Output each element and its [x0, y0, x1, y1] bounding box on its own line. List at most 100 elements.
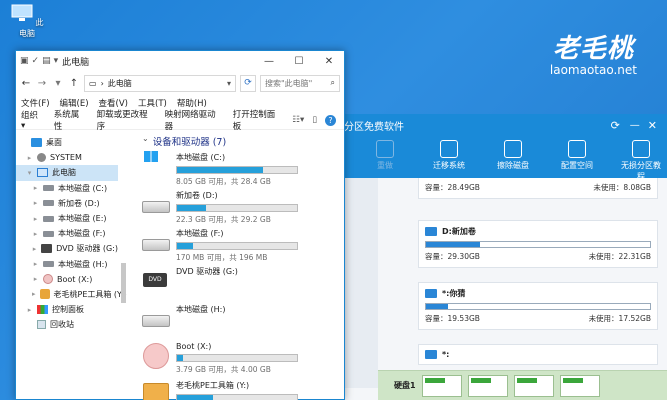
tool-icon	[504, 140, 522, 158]
recent-locations-button[interactable]: ▾	[52, 78, 64, 89]
drive-icon	[43, 230, 54, 237]
sidebar-item[interactable]: ▸ 老毛桃PE工具箱 (Y:)	[16, 287, 127, 302]
tool-icon	[376, 140, 394, 158]
drive-info: DVD 驱动器 (G:)	[176, 265, 344, 277]
menu-item[interactable]: 文件(F)	[21, 97, 50, 109]
help-icon[interactable]: ?	[325, 114, 336, 126]
sidebar-item[interactable]: 桌面	[16, 135, 118, 150]
refresh-button[interactable]: ⟳	[240, 74, 256, 92]
new-folder-icon[interactable]: ▤	[42, 56, 51, 66]
drive-item[interactable]: 老毛桃PE工具箱 (Y:)	[136, 379, 344, 400]
sidebar-item[interactable]: ▸ SYSTEM	[16, 150, 118, 165]
group-header[interactable]: ⌄ 设备和驱动器 (7)	[142, 134, 344, 148]
expand-arrow-icon[interactable]: ▸	[32, 199, 39, 207]
toolbar-button-3[interactable]: 配置空间	[554, 136, 600, 178]
navigation-scrollbar[interactable]	[118, 131, 130, 399]
desktop-this-pc-icon[interactable]: 此电脑	[10, 4, 44, 39]
view-options-icon[interactable]: ☷▾	[292, 115, 304, 126]
disk-partition-block[interactable]	[421, 374, 462, 397]
expand-arrow-icon[interactable]: ▾	[26, 169, 33, 177]
drive-info: 本地磁盘 (H:)	[176, 303, 344, 315]
computer-icon	[11, 4, 33, 21]
forward-button[interactable]: →	[36, 78, 48, 89]
disk-partition-block[interactable]	[513, 374, 554, 397]
maximize-button[interactable]: ☐	[284, 56, 314, 67]
sidebar-item[interactable]: ▾ 此电脑	[16, 165, 118, 181]
sidebar-item[interactable]: ▸ 新加卷 (D:)	[16, 196, 118, 211]
volume-card[interactable]: *:	[418, 344, 658, 365]
search-input[interactable]: 搜索"此电脑" ⌕	[260, 74, 340, 92]
preview-pane-icon[interactable]: ▯	[312, 115, 317, 126]
sidebar-item[interactable]: ▸ 本地磁盘 (E:)	[16, 211, 118, 226]
expand-arrow-icon[interactable]: ▸	[32, 184, 39, 192]
expand-arrow-icon[interactable]: ▸	[32, 230, 39, 238]
close-button[interactable]: ✕	[314, 56, 344, 67]
drive-info: Boot (X:) 3.79 GB 可用，共 4.00 GB	[176, 341, 344, 375]
toolbar-button-4[interactable]: 无损分区教程	[618, 136, 664, 181]
expand-arrow-icon[interactable]: ▸	[32, 245, 37, 253]
command-button[interactable]: 映射网络驱动器	[165, 108, 224, 132]
pc-icon	[37, 168, 48, 178]
explorer-titlebar: ▣ ✓ ▤ ▾ 此电脑 — ☐ ✕	[16, 51, 344, 71]
brand-name: 老毛桃	[552, 34, 634, 64]
command-button[interactable]: 打开控制面板	[233, 108, 284, 132]
close-button[interactable]: ✕	[648, 119, 657, 132]
drive-item[interactable]: 新加卷 (D:) 22.3 GB 可用，共 29.2 GB	[136, 189, 344, 227]
sidebar-item[interactable]: ▸ DVD 驱动器 (G:)	[16, 241, 118, 256]
tool-icon	[632, 140, 650, 158]
disk-partition-block[interactable]	[467, 374, 508, 397]
up-button[interactable]: ↑	[68, 78, 80, 89]
volume-card[interactable]: D:新加卷 容量：29.30GB 未使用：22.31GB	[418, 220, 658, 268]
drive-free-space: 22.3 GB 可用，共 29.2 GB	[176, 215, 271, 224]
drive-icon	[43, 185, 54, 192]
sidebar-item[interactable]: ▸ 控制面板	[16, 302, 118, 317]
chevron-down-icon[interactable]: ▾	[54, 56, 59, 66]
expand-arrow-icon[interactable]: ▸	[32, 260, 39, 268]
ctrl-icon	[37, 305, 48, 315]
sidebar-item[interactable]: ▸ 本地磁盘 (H:)	[16, 257, 118, 272]
expand-arrow-icon[interactable]: ▸	[32, 215, 39, 223]
refresh-icon[interactable]: ⟳	[611, 119, 620, 132]
toolbar-button-2[interactable]: 擦除磁盘	[490, 136, 536, 178]
command-button[interactable]: 系统属性	[54, 108, 88, 132]
drive-item[interactable]: 本地磁盘 (F:) 170 MB 可用，共 196 MB	[136, 227, 344, 265]
toolbar-button-1[interactable]: 迁移系统	[426, 136, 472, 178]
drive-item[interactable]: 本地磁盘 (H:)	[136, 303, 344, 341]
search-icon: ⌕	[330, 78, 335, 87]
view-controls: ☷▾ ▯?	[292, 114, 344, 126]
sidebar-item-label: 本地磁盘 (F:)	[58, 229, 106, 239]
drive-item[interactable]: 本地磁盘 (C:) 8.05 GB 可用，共 28.4 GB	[136, 151, 344, 189]
expand-arrow-icon[interactable]: ▸	[32, 275, 39, 283]
brand-logo: 老毛桃 laomaotao.net	[550, 28, 637, 77]
volume-card[interactable]: 容量：28.49GB 未使用：8.08GB	[418, 178, 658, 199]
sidebar-item[interactable]: ▸ Boot (X:)	[16, 272, 118, 287]
sidebar-item[interactable]: ▸ 本地磁盘 (C:)	[16, 181, 118, 196]
toolbar-button-0[interactable]: 重做	[362, 136, 408, 178]
properties-icon[interactable]: ✓	[32, 56, 40, 66]
drive-item[interactable]: DVD 驱动器 (G:)	[136, 265, 344, 303]
volume-card[interactable]: *:你猜 容量：19.53GB 未使用：17.52GB	[418, 282, 658, 330]
command-button[interactable]: 卸载或更改程序	[97, 108, 156, 132]
usage-bar	[425, 303, 651, 310]
address-row: ← → ▾ ↑ ▭ › 此电脑 ▾ ⟳ 搜索"此电脑" ⌕	[16, 71, 344, 95]
boot-icon	[43, 274, 53, 285]
minimize-button[interactable]: —	[630, 120, 640, 131]
back-button[interactable]: ←	[20, 78, 32, 89]
scrollbar-thumb[interactable]	[121, 263, 126, 303]
disk-map-strip[interactable]: 硬盘1	[378, 370, 667, 400]
expand-arrow-icon[interactable]: ▸	[26, 154, 33, 162]
sidebar-item[interactable]: 回收站	[16, 317, 118, 332]
expand-arrow-icon[interactable]: ▸	[26, 306, 33, 314]
hdd-drive-icon	[140, 227, 170, 257]
chevron-down-icon[interactable]: ▾	[227, 79, 231, 88]
command-button[interactable]: 组织 ▾	[21, 109, 45, 131]
disk-partition-block[interactable]	[559, 374, 600, 397]
expand-arrow-icon[interactable]: ▸	[32, 290, 36, 298]
address-bar[interactable]: ▭ › 此电脑 ▾	[84, 74, 236, 92]
drive-item[interactable]: Boot (X:) 3.79 GB 可用，共 4.00 GB	[136, 341, 344, 379]
navigation-pane: 桌面 ▸ SYSTEM ▾ 此电脑 ▸ 本地磁盘 (C:) ▸ 新加卷 (D:) ▸ 本地磁盘 (E…	[16, 131, 127, 399]
minimize-button[interactable]: —	[254, 56, 284, 67]
folder-icon[interactable]: ▣	[20, 56, 29, 66]
drive-usage-fill	[177, 167, 264, 173]
sidebar-item[interactable]: ▸ 本地磁盘 (F:)	[16, 226, 118, 241]
